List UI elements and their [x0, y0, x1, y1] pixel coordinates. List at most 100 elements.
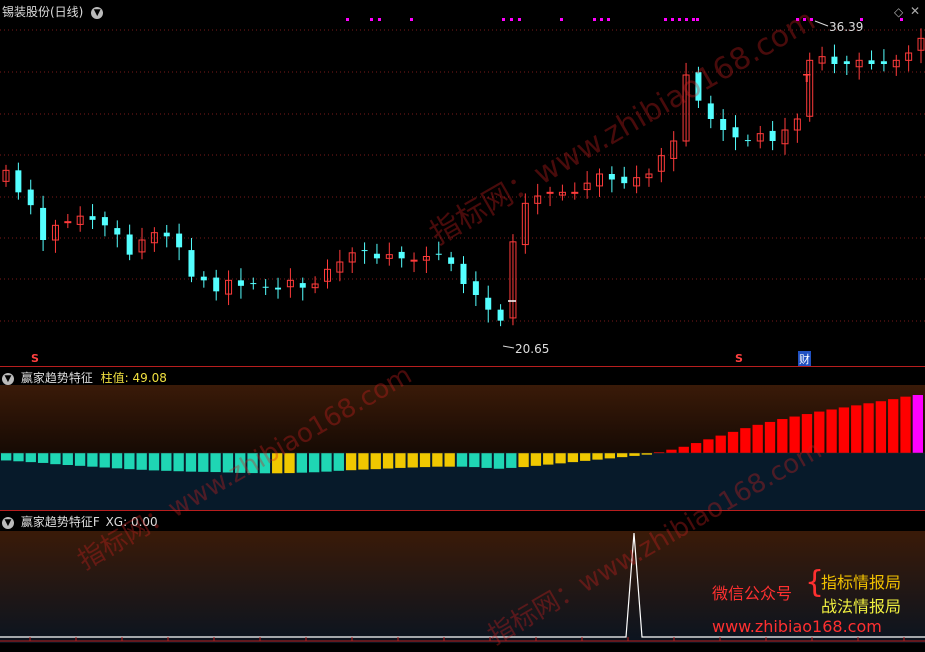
signal-dot [510, 18, 513, 21]
candle-body [831, 56, 838, 64]
signal-dot [378, 18, 381, 21]
t-marker: T [803, 72, 811, 85]
candle-body [299, 283, 306, 288]
signal-dot [810, 18, 813, 21]
candlestick-chart[interactable] [0, 0, 925, 366]
candle-body [262, 286, 269, 288]
histogram-bar [875, 401, 887, 453]
histogram-bar [555, 453, 566, 464]
site-url[interactable]: www.zhibiao168.com [712, 617, 882, 636]
candle-body [361, 250, 368, 252]
candle-body [744, 140, 751, 142]
histogram-bar [469, 453, 480, 468]
histogram-bar [592, 453, 603, 460]
candle-body [608, 174, 615, 180]
histogram-bar [382, 453, 394, 469]
finance-marker[interactable]: 财 [798, 351, 811, 367]
histogram-bar [530, 453, 542, 466]
wechat-label: 微信公众号 [712, 584, 793, 603]
signal-dot [593, 18, 596, 21]
histogram-bar [493, 453, 505, 469]
signal-dot [560, 18, 563, 21]
pane2-header: ▼ 赢家趋势特征 柱值: 49.08 [2, 369, 167, 386]
histogram-bar [161, 453, 172, 471]
histogram-bar [210, 453, 221, 473]
account-name-1: 指标情报局 [821, 573, 902, 592]
signal-dot [502, 18, 505, 21]
histogram-bar [284, 453, 295, 474]
candle-body [373, 253, 380, 259]
histogram-bar [666, 449, 677, 453]
candle-body [732, 127, 739, 138]
candle-body [571, 191, 579, 194]
histogram-bar [567, 453, 579, 463]
candle-body [213, 277, 220, 292]
low-price-label: 20.65 [515, 342, 550, 356]
histogram-bar [309, 453, 320, 473]
histogram-bar [900, 396, 911, 453]
candle-body [707, 103, 714, 119]
histogram-bar [703, 439, 714, 453]
signal-dot [671, 18, 674, 21]
account-name-2: 战法情报局 [821, 597, 902, 616]
candle-body [89, 216, 96, 220]
candle-body [448, 257, 455, 264]
pointer-line [814, 20, 829, 27]
candle-body [868, 60, 875, 64]
histogram-bar [826, 409, 837, 453]
signal-dot [692, 18, 695, 21]
candle-body [64, 221, 72, 224]
candle-body [101, 217, 108, 226]
histogram-bar [617, 453, 628, 458]
chevron-down-icon[interactable]: ▼ [2, 516, 14, 529]
histogram-chart[interactable] [0, 367, 925, 510]
signal-marker-s: S [735, 352, 743, 365]
histogram-bar [136, 453, 147, 470]
candle-body [880, 61, 887, 64]
value: 0.00 [130, 515, 158, 529]
histogram-bar [740, 428, 751, 453]
histogram-bar [370, 453, 381, 470]
diamond-icon[interactable]: ◇ [894, 5, 903, 19]
indicator-pane-2[interactable]: ▼ 赢家趋势特征 柱值: 49.08 [0, 367, 925, 510]
histogram-bar [481, 453, 492, 468]
signal-dot [803, 18, 806, 21]
candle-body [114, 228, 121, 235]
main-pane[interactable]: 锡装股份(日线) ▼ ◇ ✕ 36.39 20.65 S S 财 T [0, 0, 925, 367]
signal-dot [796, 18, 799, 21]
candle-body [200, 276, 207, 281]
histogram-bar [272, 453, 283, 474]
histogram-bar [814, 411, 825, 453]
main-pane-header: 锡装股份(日线) ▼ [2, 3, 106, 20]
histogram-bar [235, 453, 246, 473]
histogram-bar [259, 453, 271, 474]
candle-body [460, 263, 467, 284]
histogram-bar [690, 443, 702, 453]
signal-dot [518, 18, 521, 21]
histogram-bar [1, 453, 12, 461]
candle-body [163, 232, 170, 237]
histogram-bar [222, 453, 234, 473]
candle-body [398, 251, 405, 259]
histogram-bar [888, 399, 899, 453]
chevron-down-icon[interactable]: ▼ [2, 372, 14, 385]
signal-dot [696, 18, 699, 21]
histogram-bar [789, 416, 800, 453]
stock-title: 锡装股份(日线) [2, 5, 84, 19]
close-icon[interactable]: ✕ [910, 4, 920, 18]
histogram-bar [321, 453, 332, 472]
candle-body [250, 283, 257, 285]
candle-body [410, 259, 418, 262]
candle-body [843, 61, 850, 64]
candle-body [40, 207, 47, 240]
histogram-bar [25, 453, 36, 463]
chevron-down-icon[interactable]: ▼ [91, 6, 104, 19]
histogram-bar [148, 453, 160, 471]
histogram-bar [74, 453, 86, 466]
histogram-bar [543, 453, 554, 465]
value-label: 柱值: [100, 371, 129, 385]
candle-body [237, 280, 244, 286]
histogram-bar [456, 453, 468, 467]
value: 49.08 [132, 371, 167, 385]
signal-dot [600, 18, 603, 21]
